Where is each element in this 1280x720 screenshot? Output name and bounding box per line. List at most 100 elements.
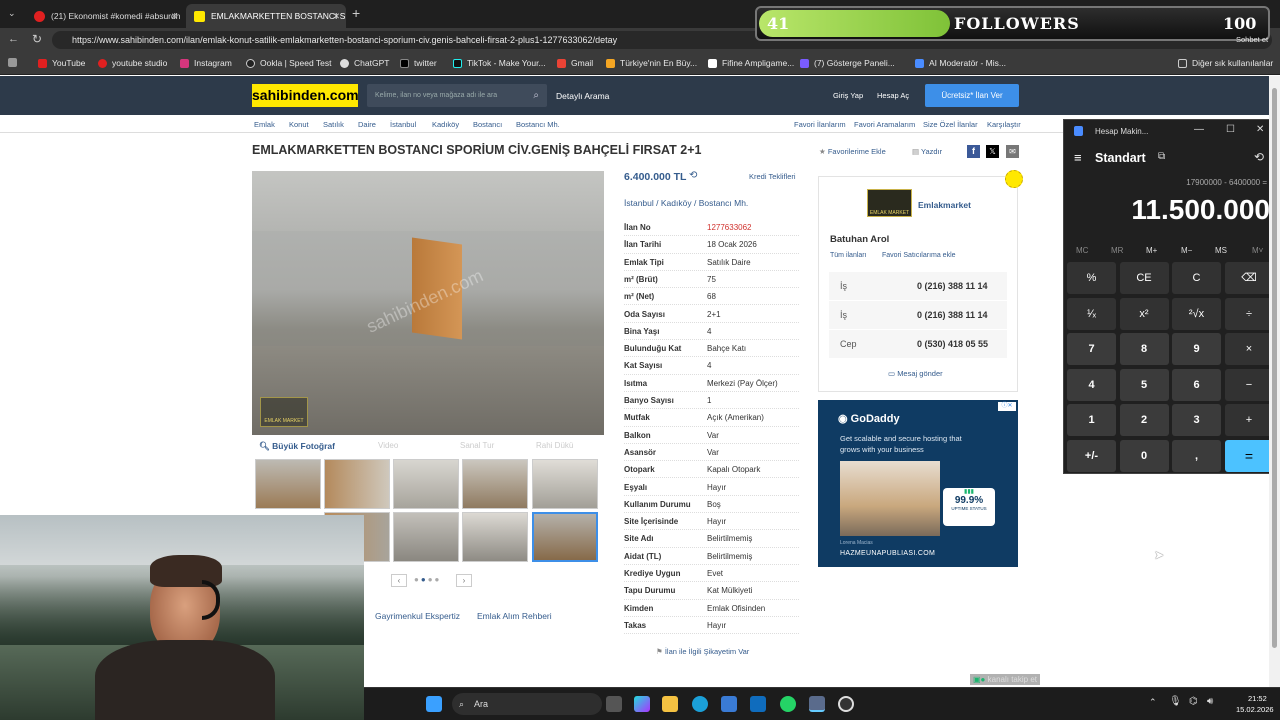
outlook-icon[interactable] [750, 696, 766, 712]
calc-key[interactable]: = [1224, 439, 1274, 472]
calc-key[interactable]: 1 [1067, 404, 1116, 436]
next-thumbs-button[interactable]: › [456, 574, 472, 587]
favorite-seller-link[interactable]: Favori Satıcılarıma ekle [882, 252, 956, 259]
bookmark-youtube[interactable]: YouTube [38, 58, 85, 68]
file-explorer-icon[interactable] [662, 696, 678, 712]
calc-key[interactable]: x² [1119, 297, 1169, 330]
calc-key[interactable]: CE [1119, 262, 1169, 294]
thumbnail-8[interactable] [462, 512, 528, 562]
thumbnail-2[interactable] [324, 459, 390, 509]
appraisal-link[interactable]: Gayrimenkul Ekspertiz [375, 611, 460, 621]
bookmark-tiktok[interactable]: TikTok - Make Your... [453, 58, 546, 68]
history-icon[interactable]: ⟲ [1254, 150, 1264, 164]
hamburger-menu-icon[interactable]: ≡ [1074, 150, 1082, 165]
close-window-button[interactable]: ✕ [1256, 124, 1264, 135]
store-icon[interactable] [721, 696, 737, 712]
calc-key[interactable]: ²√x [1172, 297, 1221, 330]
page-scrollbar[interactable] [1269, 76, 1280, 687]
memory-button[interactable]: MS [1215, 246, 1227, 255]
location-neighborhood[interactable]: Bostancı Mh. [699, 198, 749, 208]
bookmark-turkiye[interactable]: Türkiye'nin En Büy... [606, 58, 697, 68]
favorite-listings-link[interactable]: Favori İlanlarım [794, 120, 846, 129]
breadcrumb-konut[interactable]: Konut [289, 120, 309, 129]
ad-choices-icon[interactable]: ⓘ✕ [998, 402, 1016, 411]
calc-key[interactable]: 3 [1172, 404, 1221, 436]
x-share-icon[interactable]: 𝕏 [986, 145, 999, 158]
reload-icon[interactable]: ↻ [32, 32, 42, 46]
close-icon[interactable]: ✕ [171, 11, 178, 22]
windows-start-icon[interactable] [426, 696, 442, 712]
thumbnail-5[interactable] [532, 459, 598, 509]
scrollbar-thumb[interactable] [1272, 88, 1277, 648]
location-district[interactable]: Kadıköy [661, 198, 692, 208]
send-message-button[interactable]: ▭ Mesaj gönder [888, 369, 943, 378]
minimize-button[interactable]: — [1194, 124, 1204, 135]
calc-key[interactable]: 5 [1119, 368, 1169, 401]
calc-key[interactable]: ⌫ [1224, 262, 1274, 294]
tab-list-icon[interactable]: ⌄ [8, 8, 16, 19]
calc-key[interactable]: 2 [1119, 404, 1169, 436]
task-view-icon[interactable] [606, 696, 622, 712]
memory-button[interactable]: M˅ [1252, 246, 1263, 255]
memory-button[interactable]: MC [1076, 246, 1088, 255]
location-city[interactable]: İstanbul [624, 198, 654, 208]
phone-number[interactable]: 0 (216) 388 11 14 [917, 310, 988, 320]
site-search-input[interactable]: Kelime, ilan no veya mağaza adı ile ara … [367, 84, 547, 107]
calc-key[interactable]: % [1067, 262, 1116, 294]
maximize-button[interactable]: ☐ [1226, 124, 1235, 135]
calc-key[interactable]: C [1172, 262, 1221, 294]
bookmark-fifine[interactable]: Fifine Ampligame... [708, 58, 794, 68]
extra-media-tab[interactable]: Rahi Dükü [536, 441, 573, 450]
calc-key[interactable]: ¹⁄ₓ [1067, 297, 1116, 330]
calc-key[interactable]: − [1224, 368, 1274, 401]
thumbnail-4[interactable] [462, 459, 528, 509]
godaddy-ad[interactable]: ⓘ✕ ◉ GoDaddy Get scalable and secure hos… [818, 400, 1018, 567]
thumbnail-3[interactable] [393, 459, 459, 509]
tray-chevron-icon[interactable]: ⌃ [1149, 697, 1157, 708]
login-link[interactable]: Giriş Yap [833, 91, 863, 100]
calc-key[interactable]: , [1172, 439, 1221, 472]
calc-key[interactable]: +/- [1067, 439, 1116, 472]
store-logo[interactable]: EMLAK MARKET [867, 189, 912, 217]
register-link[interactable]: Hesap Aç [877, 91, 909, 100]
video-tab[interactable]: Video [378, 441, 398, 450]
bookmark-twitter[interactable]: twitter [400, 58, 437, 68]
search-icon[interactable]: ⌕ [533, 84, 539, 107]
print-button[interactable]: ▤ Yazdır [912, 147, 942, 156]
add-favorite-button[interactable]: ★ Favorilerime Ekle [819, 147, 886, 156]
thumbnail-1[interactable] [255, 459, 321, 509]
detailed-search-link[interactable]: Detaylı Arama [556, 91, 609, 101]
volume-icon[interactable]: 🔊︎ [1207, 696, 1213, 707]
memory-button[interactable]: M− [1181, 246, 1192, 255]
prev-thumbs-button[interactable]: ‹ [391, 574, 407, 587]
breadcrumb-bostanci[interactable]: Bostancı [473, 120, 502, 129]
close-icon[interactable]: ✕ [333, 11, 340, 22]
thumbnail-7[interactable] [393, 512, 459, 562]
breadcrumb-istanbul[interactable]: İstanbul [390, 120, 416, 129]
breadcrumb-kadikoy[interactable]: Kadıköy [432, 120, 459, 129]
all-ads-link[interactable]: Tüm ilanları [830, 252, 867, 259]
special-listings-link[interactable]: Size Özel İlanlar [923, 120, 978, 129]
bookmark-ai-moderator[interactable]: AI Moderatör - Mis... [915, 58, 1006, 68]
whatsapp-icon[interactable] [780, 696, 796, 712]
microphone-icon[interactable]: 🎙︎ [1169, 696, 1182, 707]
compare-link[interactable]: Karşılaştır [987, 120, 1021, 129]
calc-key[interactable]: 4 [1067, 368, 1116, 401]
main-photo[interactable]: sahibinden.com EMLAK MARKET [252, 171, 604, 435]
calc-key[interactable]: 8 [1119, 333, 1169, 365]
memory-button[interactable]: M+ [1146, 246, 1157, 255]
bookmark-gosterge[interactable]: (7) Gösterge Paneli... [800, 58, 895, 68]
calc-key[interactable]: 9 [1172, 333, 1221, 365]
keep-on-top-icon[interactable]: ⧉ [1158, 151, 1165, 162]
calc-key[interactable]: 6 [1172, 368, 1221, 401]
breadcrumb-satilik[interactable]: Satılık [323, 120, 344, 129]
sohbet-link[interactable]: Sohbet et [1236, 35, 1268, 44]
breadcrumb-emlak[interactable]: Emlak [254, 120, 275, 129]
post-ad-button[interactable]: Ücretsiz* İlan Ver [925, 84, 1019, 107]
calculator-taskbar-icon[interactable] [809, 696, 825, 712]
clock-date[interactable]: 15.02.2026 [1236, 705, 1274, 714]
buying-guide-link[interactable]: Emlak Alım Rehberi [477, 611, 552, 621]
virtual-tour-tab[interactable]: Sanal Tur [460, 441, 494, 450]
complaint-link[interactable]: ⚑ İlan ile İlgili Şikayetim Var [656, 647, 749, 656]
bookmark-chatgpt[interactable]: ChatGPT [340, 58, 389, 68]
